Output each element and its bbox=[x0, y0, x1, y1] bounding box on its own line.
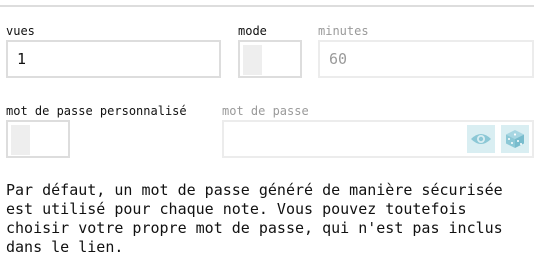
custom-password-toggle-knob bbox=[11, 125, 30, 155]
show-password-button[interactable] bbox=[467, 125, 495, 153]
minutes-input[interactable] bbox=[318, 40, 534, 78]
custom-password-toggle[interactable] bbox=[6, 120, 70, 158]
cube-icon bbox=[506, 130, 524, 148]
top-divider bbox=[0, 5, 534, 7]
vues-input[interactable] bbox=[6, 40, 221, 78]
custom-password-label: mot de passe personnalisé bbox=[6, 104, 187, 118]
mode-toggle[interactable] bbox=[238, 40, 302, 78]
mode-label: mode bbox=[238, 24, 267, 38]
generate-password-button[interactable] bbox=[501, 125, 529, 153]
password-label: mot de passe bbox=[222, 104, 309, 118]
mode-toggle-knob bbox=[243, 45, 262, 75]
eye-icon bbox=[471, 134, 491, 144]
vues-label: vues bbox=[6, 24, 35, 38]
minutes-label: minutes bbox=[318, 24, 369, 38]
password-description: Par défaut, un mot de passe généré de ma… bbox=[6, 181, 503, 256]
